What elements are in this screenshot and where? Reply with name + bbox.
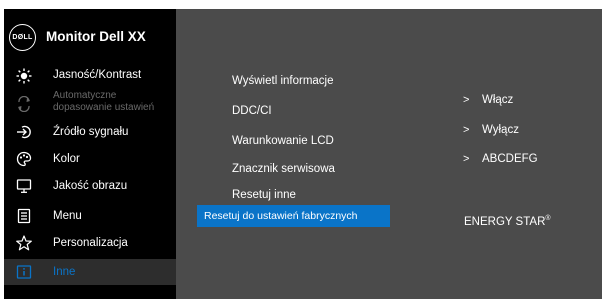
menu-item-label: Znacznik serwisowa [232,163,335,175]
sidebar-item-color[interactable]: Kolor [4,146,176,172]
menu-item-label: Wyświetl informacje [232,75,334,87]
monitor-model-title: Monitor Dell XX [46,29,146,44]
registered-mark: ® [545,215,551,222]
chevron-right-icon: > [463,153,470,165]
service-tag-value: ABCDEFG [482,153,538,165]
chevron-right-icon: > [463,124,470,136]
sidebar-item-label: Źródło sygnału [53,126,129,138]
lcd-conditioning-value: Wyłącz [482,124,519,136]
chevron-right-icon: > [463,94,470,106]
sidebar-item-input-source[interactable]: Źródło sygnału [4,121,176,145]
sidebar-item-label: Automatyczne dopasowanie ustawień [53,90,155,113]
sidebar-item-label: Personalizacja [53,237,128,249]
sidebar: DØLL Monitor Dell XX Jasność/Kontrast Au… [4,9,176,299]
info-icon [16,264,32,280]
menu-item-reset-other[interactable]: Resetuj inne [197,184,390,206]
color-palette-icon [16,151,32,167]
sidebar-item-brightness-contrast[interactable]: Jasność/Kontrast [4,65,176,87]
brand-header: DØLL Monitor Dell XX [4,9,176,65]
menu-item-display-info[interactable]: Wyświetl informacje [197,70,390,92]
sidebar-item-label: Kolor [53,153,80,165]
energy-star-label: ENERGY STAR® [464,215,551,228]
input-source-icon [16,124,32,140]
menu-item-label: Resetuj inne [232,189,296,201]
sidebar-item-label: Inne [53,266,76,278]
dell-logo: DØLL [9,24,36,51]
ddc-ci-value: Włącz [482,94,514,106]
energy-star-text: ENERGY STAR [464,215,546,228]
sidebar-item-label: Menu [53,210,82,222]
sidebar-item-auto-adjust: Automatyczne dopasowanie ustawień [4,87,176,121]
menu-item-label: DDC/CI [232,105,272,117]
sidebar-item-personalize[interactable]: Personalizacja [4,230,176,256]
display-icon [16,178,32,194]
menu-item-label: Resetuj do ustawień fabrycznych [204,210,358,222]
menu-item-ddc-ci[interactable]: DDC/CI [197,100,390,122]
sidebar-item-image-quality[interactable]: Jakość obrazu [4,173,176,199]
menu-item-lcd-conditioning[interactable]: Warunkowanie LCD [197,130,390,152]
sidebar-item-label: Jakość obrazu [53,180,128,192]
star-icon [16,235,32,251]
menu-document-icon [16,208,32,224]
monitor-osd-menu: DØLL Monitor Dell XX Jasność/Kontrast Au… [4,9,602,299]
menu-item-label: Warunkowanie LCD [232,135,334,147]
auto-adjust-icon [16,96,32,112]
menu-item-factory-reset[interactable]: Resetuj do ustawień fabrycznych [197,205,390,227]
sidebar-item-menu[interactable]: Menu [4,202,176,228]
sidebar-item-label: Jasność/Kontrast [53,69,142,81]
sidebar-item-others[interactable]: Inne [4,259,176,285]
brightness-icon [16,68,32,84]
menu-item-service-tag[interactable]: Znacznik serwisowa [197,158,390,180]
